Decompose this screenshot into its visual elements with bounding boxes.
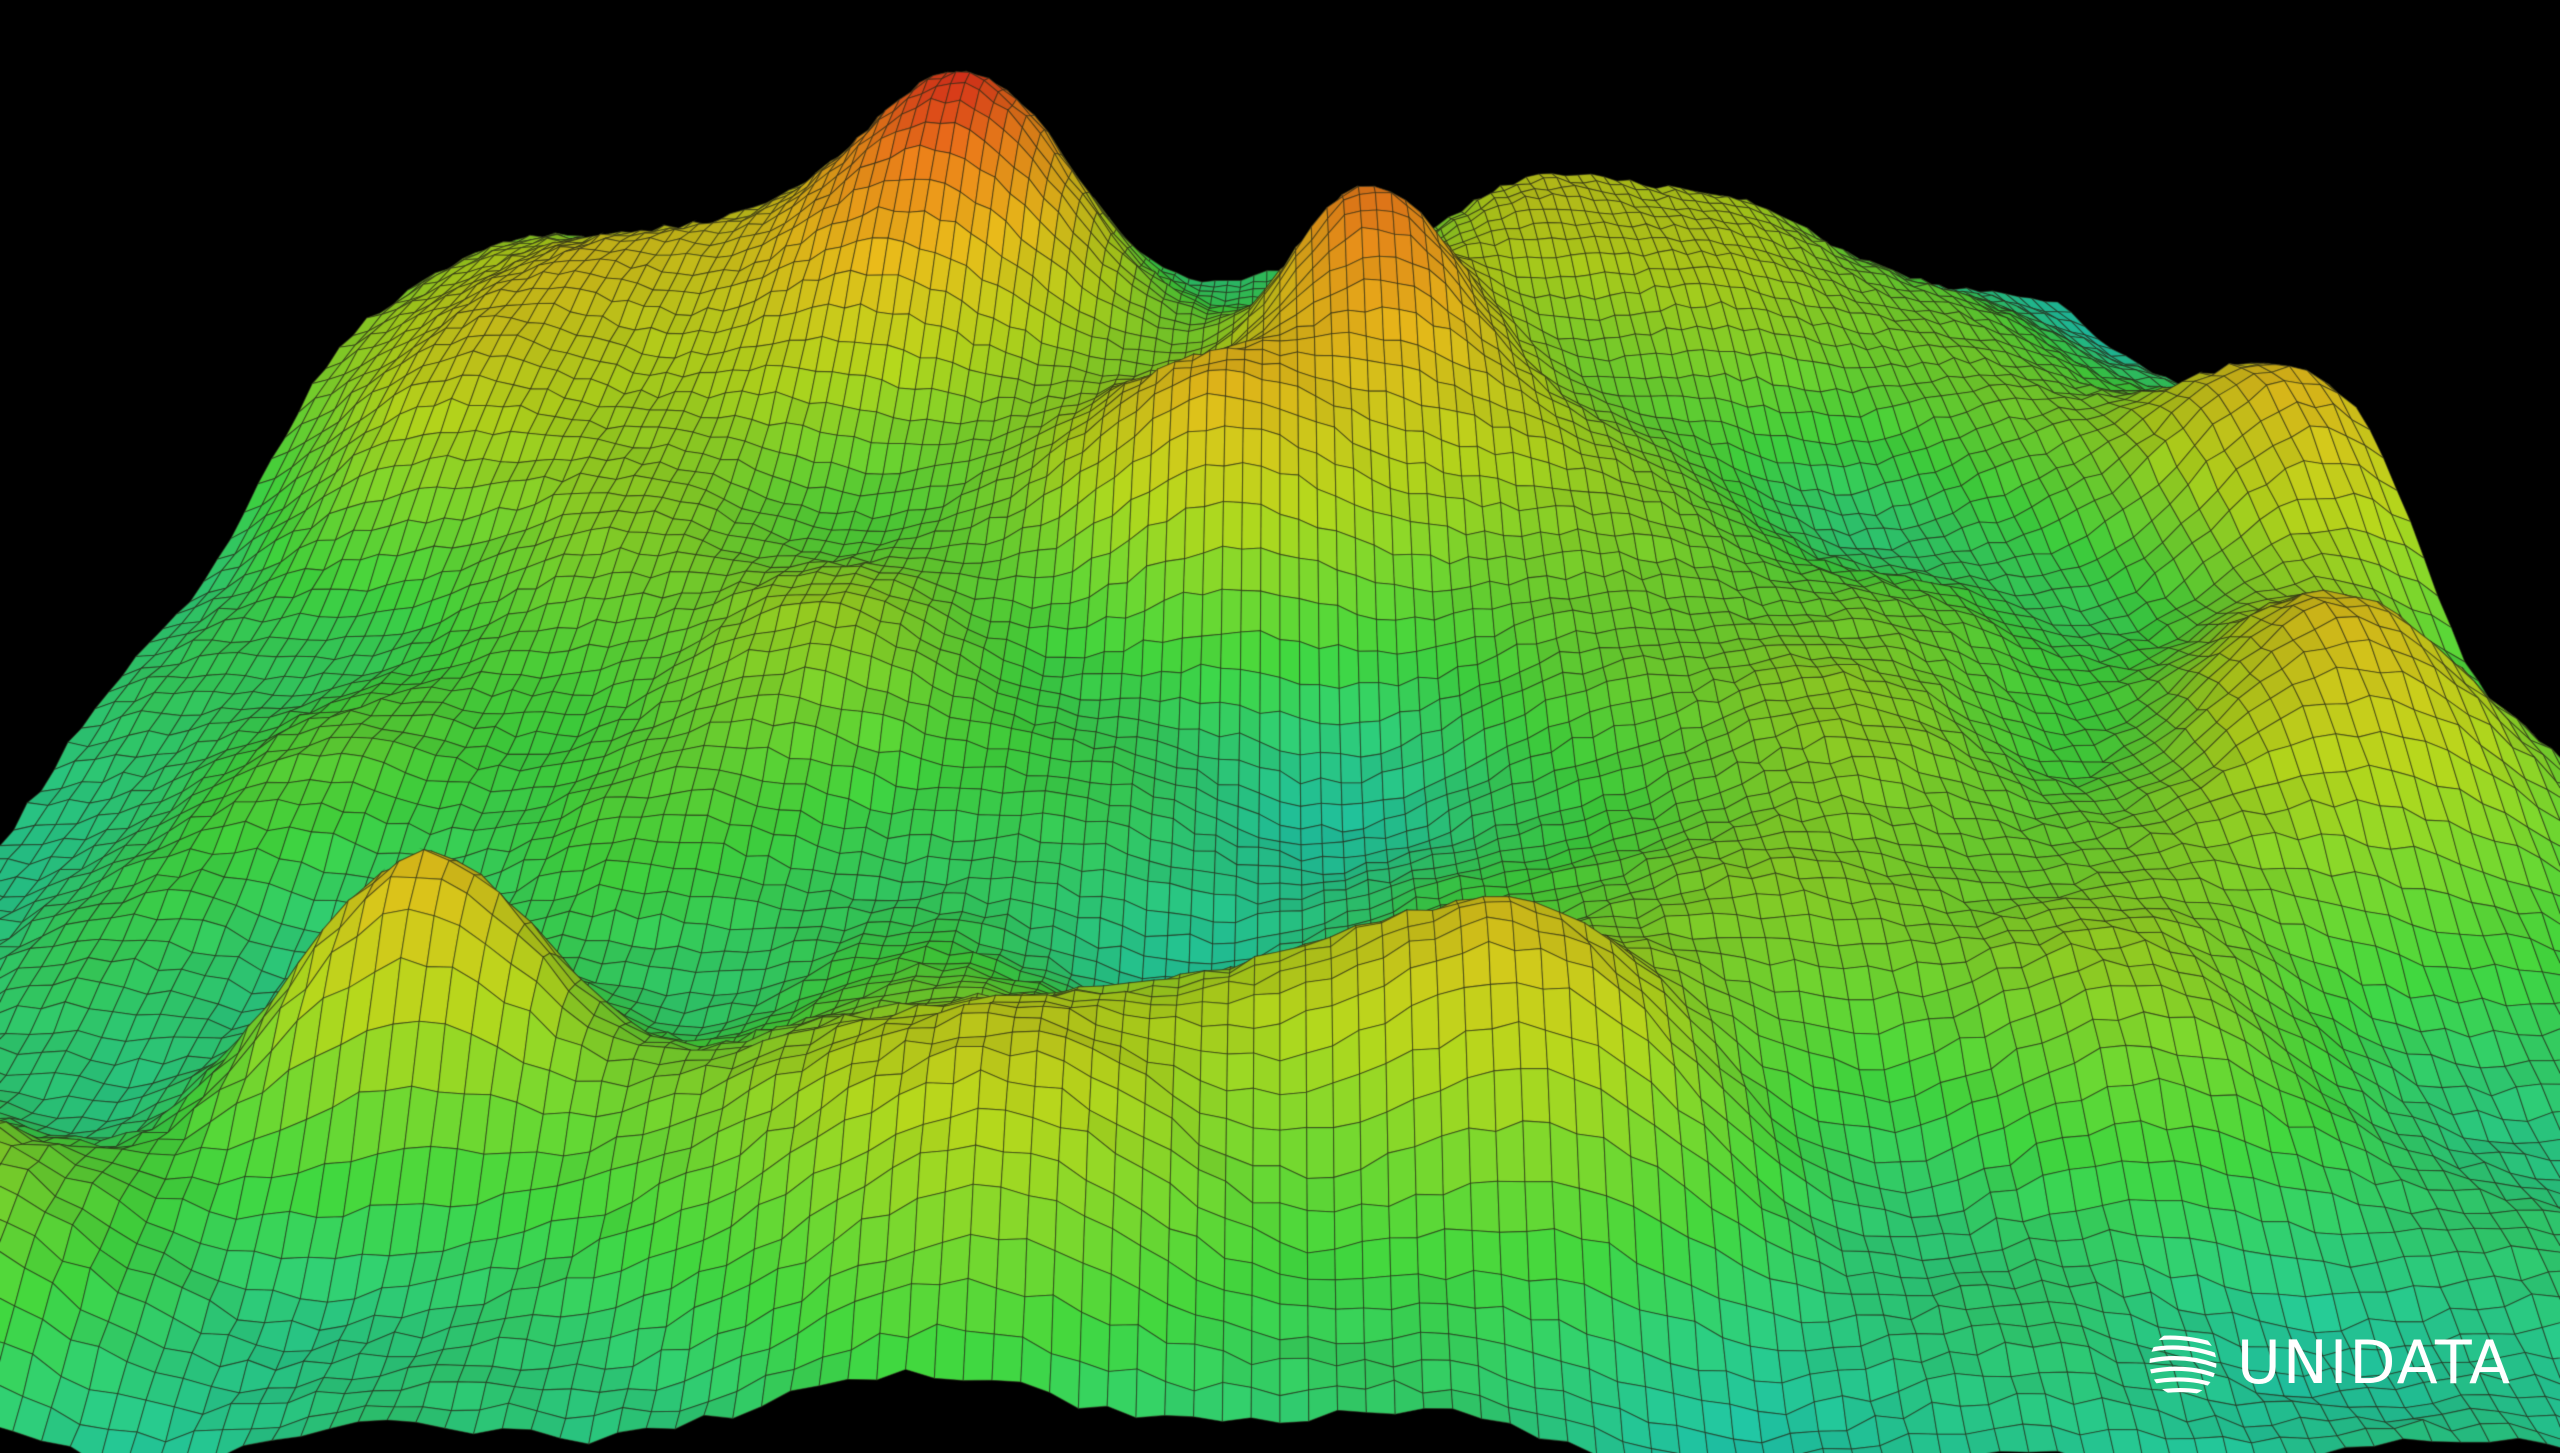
terrain-mesh-render (0, 0, 2560, 1453)
unidata-watermark: UNIDATA (2145, 1325, 2512, 1401)
globe-logo-icon (2149, 1335, 2217, 1397)
watermark-text: UNIDATA (2236, 1328, 2512, 1398)
